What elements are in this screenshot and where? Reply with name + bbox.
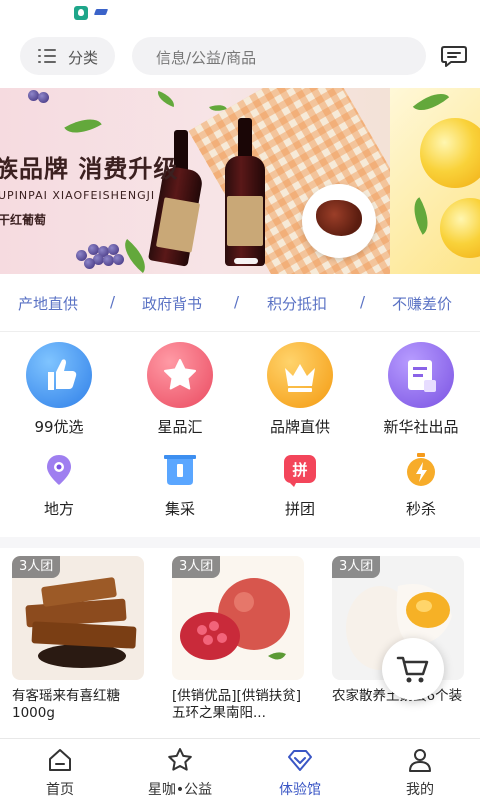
product-card[interactable]: 3人团 [供销优品][供销扶贫] 五环之果南阳... ¥34.00 bbox=[172, 556, 320, 734]
banner-subtitle: UPINPAI XIAOFEISHENGJI bbox=[0, 189, 156, 202]
subcategory-local[interactable]: 地方 bbox=[4, 452, 114, 519]
flag-notification-icon bbox=[93, 9, 109, 15]
product-image: 3人团 bbox=[172, 556, 304, 680]
product-price: ¥34.00 bbox=[172, 726, 218, 734]
stopwatch-icon bbox=[403, 452, 439, 488]
category-xinhua-product[interactable]: 新华社出品 bbox=[366, 342, 476, 437]
cart-button[interactable] bbox=[382, 638, 444, 700]
user-icon bbox=[409, 749, 431, 772]
tab-experience-hall[interactable]: 体验馆 bbox=[240, 739, 360, 800]
banner-note: 干红葡萄 bbox=[0, 213, 47, 227]
star-icon bbox=[147, 342, 213, 408]
product-image: 3人团 bbox=[12, 556, 144, 680]
list-icon bbox=[38, 49, 56, 63]
thumbs-up-icon bbox=[26, 342, 92, 408]
category-label: 星品汇 bbox=[157, 418, 203, 436]
subcategory-label: 集采 bbox=[164, 500, 195, 518]
product-card[interactable]: 3人团 有客瑶来有喜红糖1000g ¥55.00 bbox=[12, 556, 160, 734]
top-bar: 分类 信息/公益/商品 bbox=[0, 26, 480, 88]
status-bar bbox=[0, 0, 480, 26]
category-grid: 99优选 星品汇 品牌直供 新华社出品 地方 集采 拼 拼团 秒杀 bbox=[0, 332, 480, 537]
group-buy-badge: 3人团 bbox=[332, 556, 381, 578]
feature-separator: / bbox=[234, 293, 240, 311]
product-title: [供销优品][供销扶贫] 五环之果南阳... bbox=[172, 688, 302, 721]
subcategory-flash-sale[interactable]: 秒杀 bbox=[366, 452, 476, 519]
category-label: 分类 bbox=[68, 49, 99, 67]
group-buy-badge: 3人团 bbox=[172, 556, 221, 578]
category-99-select[interactable]: 99优选 bbox=[4, 342, 114, 437]
banner-title: 族品牌 消费升级 bbox=[0, 155, 179, 183]
promo-banner[interactable]: 族品牌 消费升级 UPINPAI XIAOFEISHENGJI 干红葡萄 bbox=[0, 88, 480, 274]
feature-strip: 产地直供 / 政府背书 / 积分抵扣 / 不赚差价 bbox=[0, 274, 480, 332]
message-icon[interactable] bbox=[441, 45, 467, 67]
product-price: ¥46.00 bbox=[332, 726, 378, 734]
bag-icon bbox=[162, 452, 198, 488]
cart-icon bbox=[396, 656, 429, 683]
diamond-icon bbox=[288, 750, 312, 771]
category-label: 品牌直供 bbox=[269, 418, 330, 436]
feature-item: 产地直供 bbox=[18, 295, 79, 313]
feature-separator: / bbox=[360, 293, 366, 311]
subcategory-label: 拼团 bbox=[284, 500, 315, 518]
shield-notification-icon bbox=[74, 6, 88, 20]
category-star-selection[interactable]: 星品汇 bbox=[125, 342, 235, 437]
tab-home[interactable]: 首页 bbox=[0, 739, 120, 800]
subcategory-group-buy[interactable]: 拼 拼团 bbox=[245, 452, 355, 519]
tab-label: 首页 bbox=[46, 782, 74, 798]
search-placeholder: 信息/公益/商品 bbox=[156, 49, 257, 67]
category-brand-direct[interactable]: 品牌直供 bbox=[245, 342, 355, 437]
tab-star-cafe-charity[interactable]: 星咖•公益 bbox=[120, 739, 240, 800]
star-outline-icon bbox=[168, 748, 192, 771]
group-buy-badge: 3人团 bbox=[12, 556, 61, 578]
subcategory-label: 秒杀 bbox=[405, 500, 436, 518]
tab-label: 体验馆 bbox=[279, 782, 321, 798]
carousel-indicator bbox=[234, 258, 258, 264]
product-price: ¥55.00 bbox=[12, 726, 58, 734]
wine-bottle-label bbox=[227, 196, 263, 246]
crown-icon bbox=[267, 342, 333, 408]
subcategory-bulk-purchase[interactable]: 集采 bbox=[125, 452, 235, 519]
tab-label: 我的 bbox=[406, 782, 434, 798]
group-buy-icon: 拼 bbox=[282, 452, 318, 488]
bottom-tab-bar: 首页 星咖•公益 体验馆 我的 bbox=[0, 738, 480, 800]
location-pin-icon bbox=[41, 452, 77, 488]
tab-mine[interactable]: 我的 bbox=[360, 739, 480, 800]
search-input[interactable]: 信息/公益/商品 bbox=[132, 37, 426, 75]
svg-text:拼: 拼 bbox=[292, 461, 307, 479]
category-button[interactable]: 分类 bbox=[20, 37, 115, 75]
category-label: 新华社出品 bbox=[383, 418, 459, 436]
feature-item: 不赚差价 bbox=[392, 295, 453, 313]
feature-item: 政府背书 bbox=[142, 295, 203, 313]
tab-label: 星咖•公益 bbox=[147, 782, 213, 798]
home-icon bbox=[49, 749, 71, 771]
subcategory-label: 地方 bbox=[43, 500, 74, 518]
feature-item: 积分抵扣 bbox=[267, 295, 328, 313]
document-icon bbox=[388, 342, 454, 408]
feature-separator: / bbox=[110, 293, 116, 311]
category-label: 99优选 bbox=[34, 418, 84, 436]
next-banner-preview bbox=[390, 88, 480, 274]
product-title: 有客瑶来有喜红糖1000g bbox=[12, 688, 120, 721]
wine-bottle-label bbox=[155, 197, 201, 253]
